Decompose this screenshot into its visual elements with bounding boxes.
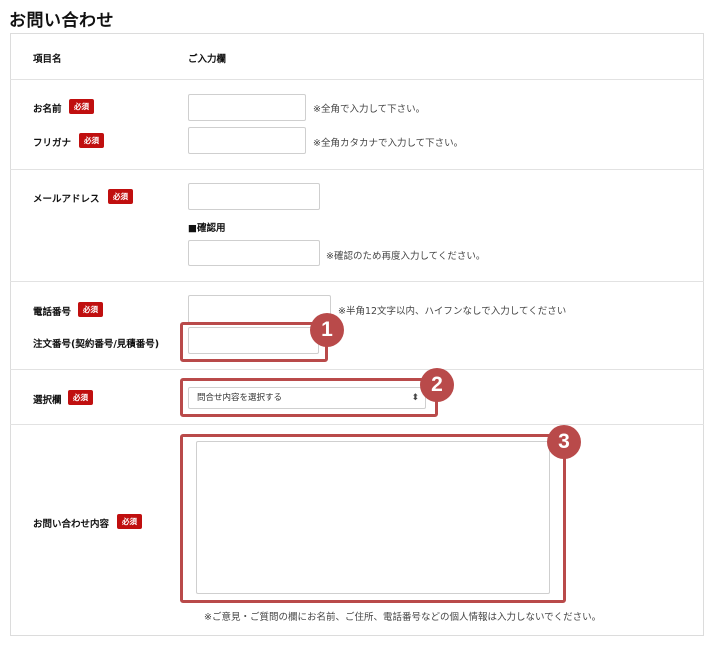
row-divider	[10, 79, 704, 80]
name-field[interactable]	[188, 94, 306, 121]
email-confirm-field[interactable]	[188, 240, 320, 266]
select-label: 選択欄	[33, 395, 62, 406]
email-field[interactable]	[188, 183, 320, 210]
required-badge: 必須	[79, 133, 104, 148]
page-title: お問い合わせ	[9, 11, 114, 31]
name-label: お名前	[33, 104, 62, 115]
required-badge: 必須	[68, 390, 93, 405]
email-confirm-label: ■確認用	[188, 223, 226, 234]
row-divider	[10, 369, 704, 370]
annotation-badge-2: 2	[420, 368, 454, 402]
annotation-badge-3: 3	[547, 425, 581, 459]
inquiry-label: お問い合わせ内容	[33, 519, 110, 530]
name-note: ※全角で入力して下さい。	[313, 104, 426, 115]
column-header-input: ご入力欄	[188, 54, 227, 65]
annotation-badge-1: 1	[310, 313, 344, 347]
required-badge: 必須	[69, 99, 94, 114]
furigana-field[interactable]	[188, 127, 306, 154]
email-label: メールアドレス	[33, 194, 100, 205]
row-divider	[10, 169, 704, 170]
highlight-box-3	[180, 434, 566, 603]
required-badge: 必須	[78, 302, 103, 317]
highlight-box-2	[180, 378, 438, 417]
highlight-box-1	[180, 322, 328, 362]
phone-label: 電話番号	[33, 307, 72, 318]
phone-field[interactable]	[188, 295, 331, 323]
required-badge: 必須	[108, 189, 133, 204]
required-badge: 必須	[117, 514, 142, 529]
row-divider	[10, 424, 704, 425]
phone-note: ※半角12文字以内、ハイフンなしで入力してください	[338, 306, 567, 317]
furigana-note: ※全角カタカナで入力して下さい。	[313, 138, 464, 149]
column-header-item: 項目名	[33, 54, 62, 65]
furigana-label: フリガナ	[33, 138, 72, 149]
row-divider	[10, 281, 704, 282]
email-confirm-note: ※確認のため再度入力してください。	[326, 251, 486, 262]
privacy-note: ※ご意見・ご質問の欄にお名前、ご住所、電話番号などの個人情報は入力しないでくださ…	[204, 612, 602, 623]
order-number-label: 注文番号(契約番号/見積番号)	[33, 339, 160, 350]
